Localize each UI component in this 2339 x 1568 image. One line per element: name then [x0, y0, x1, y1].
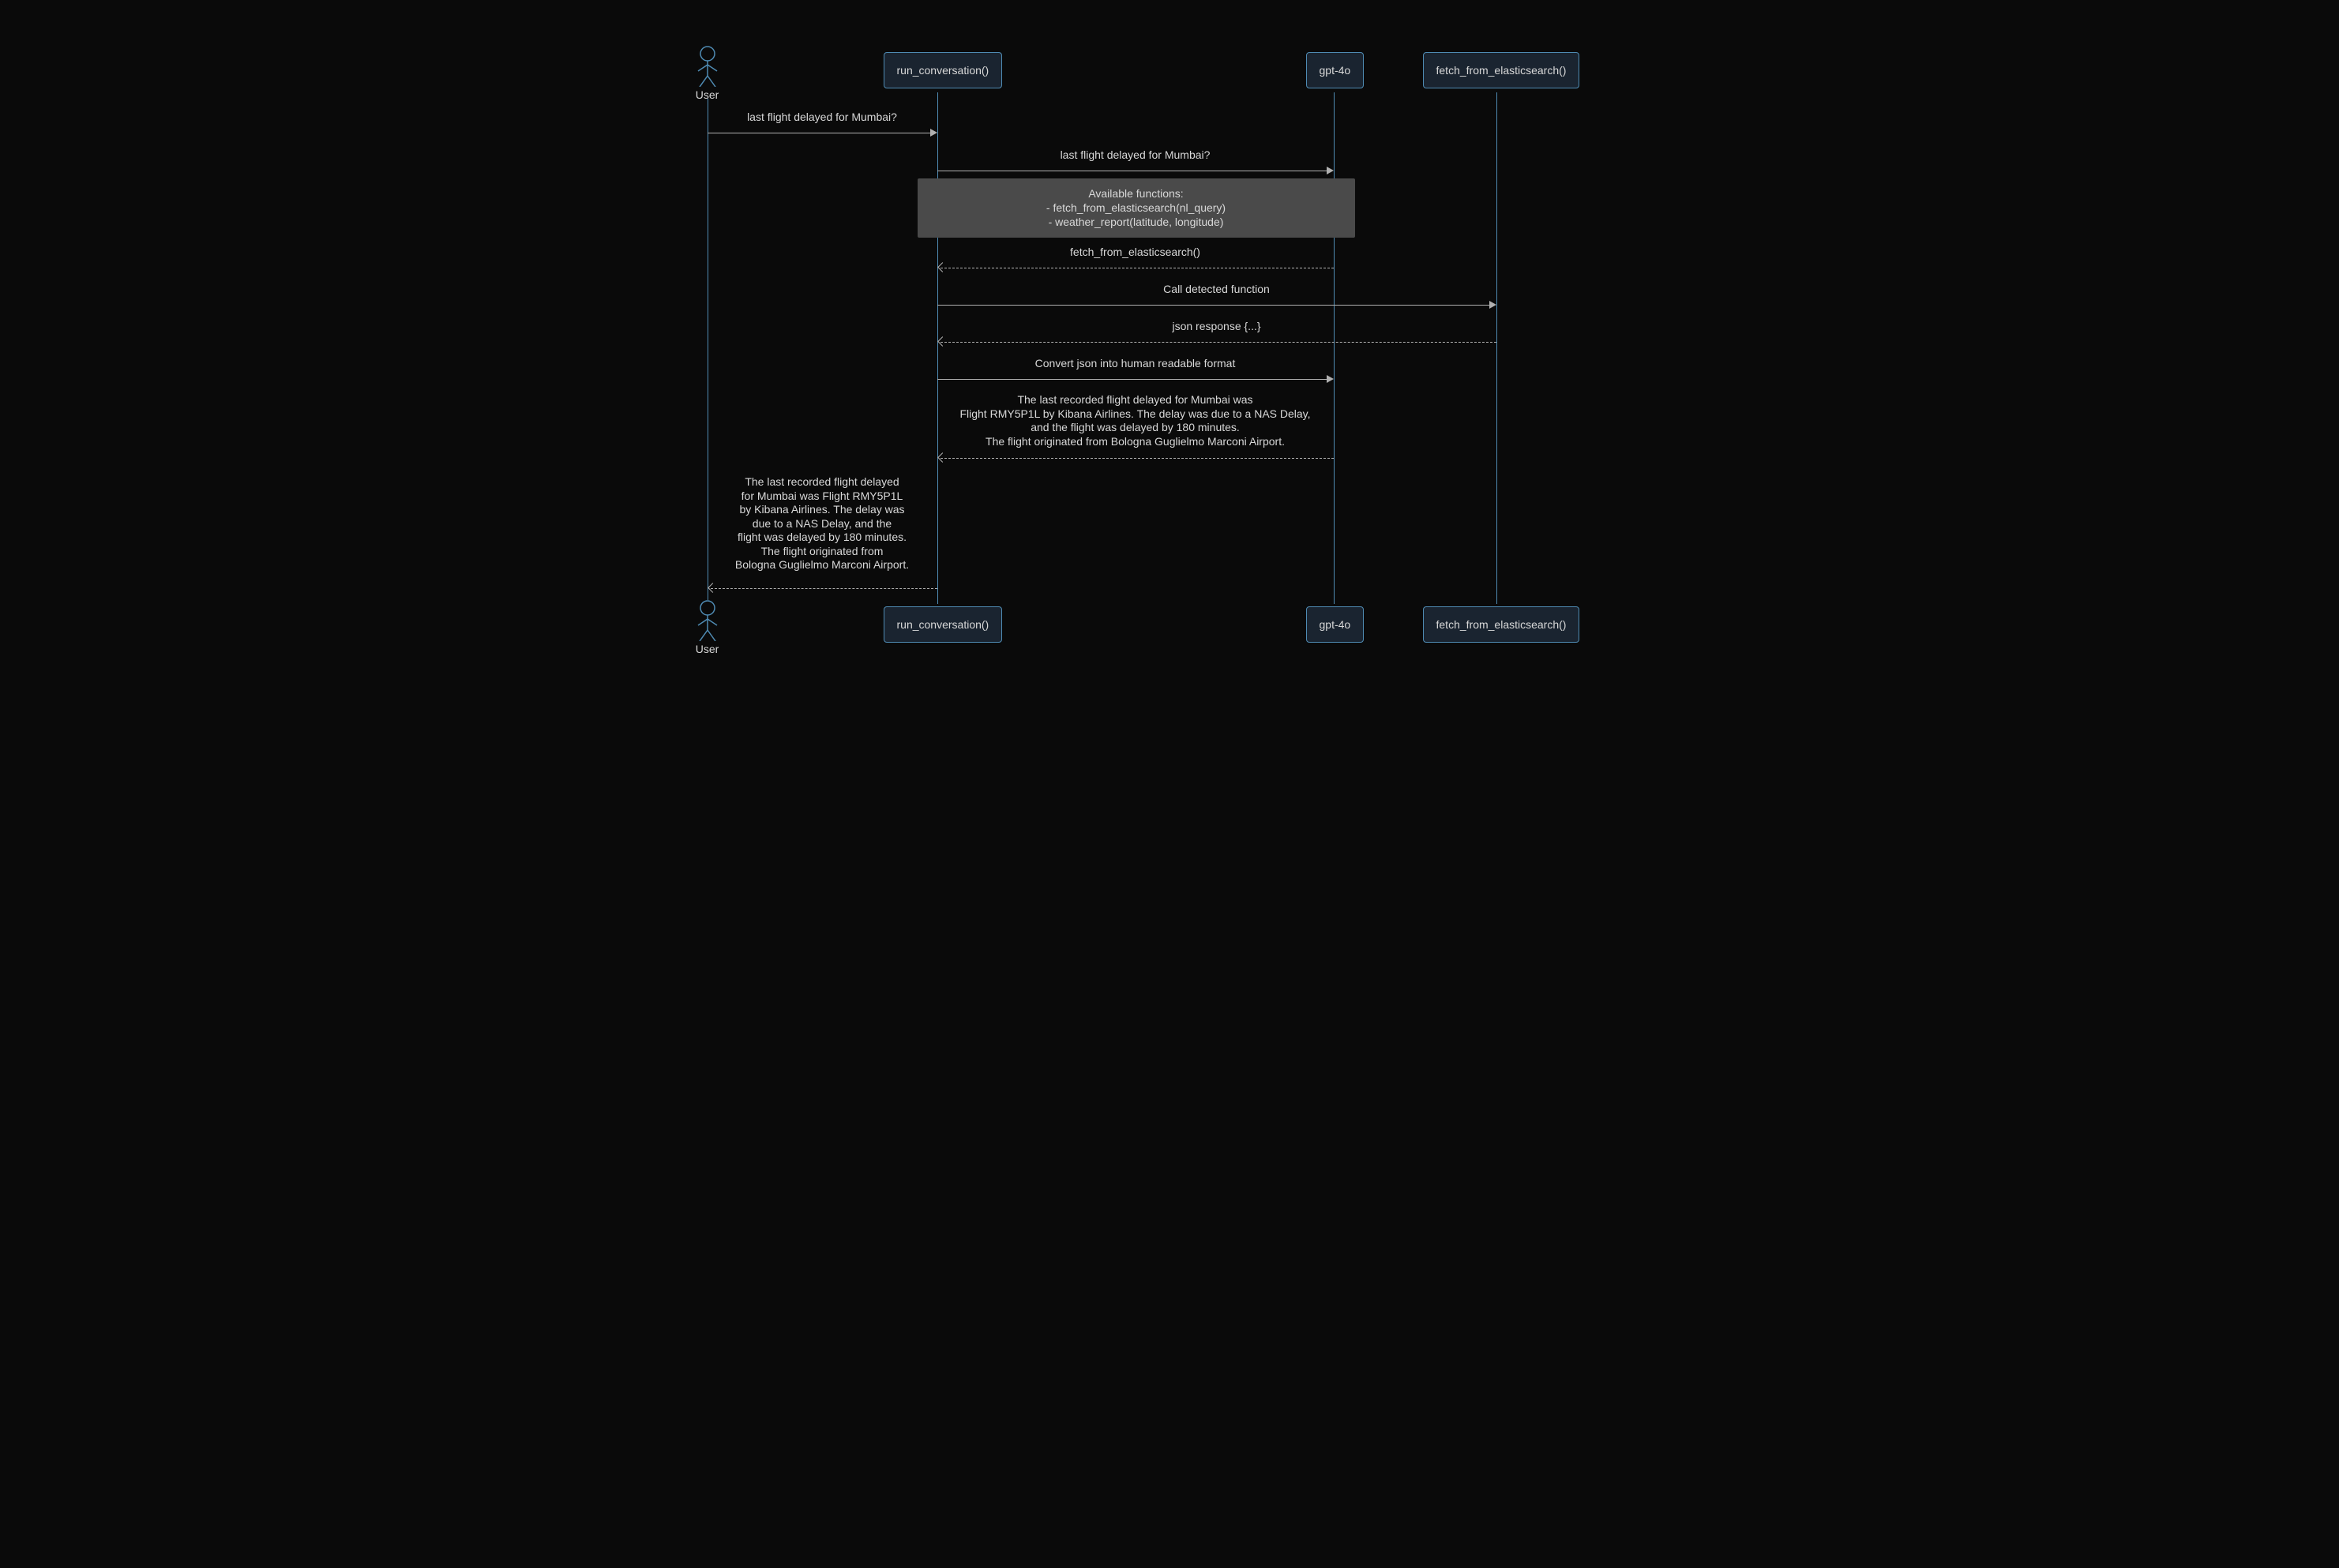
arrow-m5: [940, 342, 1496, 343]
participant-gpt4o-bottom: gpt-4o: [1306, 606, 1365, 643]
msg-json-response: json response {...}: [937, 320, 1496, 332]
arrowhead-m4: [1489, 301, 1496, 309]
arrowhead-m6: [1327, 375, 1334, 383]
msg-final-answer-internal: The last recorded flight delayed for Mum…: [937, 393, 1334, 448]
msg-user-query: last flight delayed for Mumbai?: [708, 111, 937, 123]
arrow-m7: [940, 458, 1334, 459]
m8-line-5: flight was delayed by 180 minutes.: [708, 531, 937, 545]
m8-line-7: Bologna Guglielmo Marconi Airport.: [708, 558, 937, 572]
actor-user-label-bottom: User: [684, 643, 731, 655]
note-line-3: - weather_report(latitude, longitude): [929, 215, 1344, 229]
arrowhead-m1: [930, 129, 937, 137]
participant-gpt4o-top: gpt-4o: [1306, 52, 1365, 88]
m8-line-2: for Mumbai was Flight RMY5P1L: [708, 490, 937, 504]
participant-run-conversation-top: run_conversation(): [884, 52, 1003, 88]
arrow-m4: [937, 305, 1489, 306]
participant-fetch-es-bottom: fetch_from_elasticsearch(): [1423, 606, 1580, 643]
msg-forward-query: last flight delayed for Mumbai?: [937, 148, 1334, 161]
note-available-functions: Available functions: - fetch_from_elasti…: [918, 178, 1355, 238]
actor-user-label-top: User: [684, 88, 731, 101]
msg-convert-json: Convert json into human readable format: [937, 357, 1334, 369]
m7-line-4: The flight originated from Bologna Gugli…: [937, 435, 1334, 449]
arrow-m6: [937, 379, 1327, 380]
lifeline-run-conversation: [937, 92, 938, 604]
m8-line-3: by Kibana Airlines. The delay was: [708, 503, 937, 517]
user-icon: [696, 46, 719, 87]
arrowhead-m7: [937, 452, 948, 463]
participant-run-conversation-bottom: run_conversation(): [884, 606, 1003, 643]
arrowhead-m2: [1327, 167, 1334, 174]
msg-tool-choice: fetch_from_elasticsearch(): [937, 246, 1334, 258]
note-line-2: - fetch_from_elasticsearch(nl_query): [929, 201, 1344, 215]
arrow-m8: [711, 588, 937, 589]
m8-line-4: due to a NAS Delay, and the: [708, 517, 937, 531]
arrowhead-m3: [937, 262, 948, 272]
participant-fetch-es-top: fetch_from_elasticsearch(): [1423, 52, 1580, 88]
note-line-1: Available functions:: [929, 186, 1344, 201]
actor-user-bottom: User: [684, 600, 731, 655]
m8-line-6: The flight originated from: [708, 545, 937, 559]
actor-user-top: User: [684, 46, 731, 101]
m7-line-1: The last recorded flight delayed for Mum…: [937, 393, 1334, 407]
lifeline-fetch-es: [1496, 92, 1497, 604]
m7-line-2: Flight RMY5P1L by Kibana Airlines. The d…: [937, 407, 1334, 422]
sequence-diagram: User run_conversation() gpt-4o fetch_fro…: [631, 0, 1709, 722]
user-icon: [696, 600, 719, 641]
m8-line-1: The last recorded flight delayed: [708, 475, 937, 490]
arrowhead-m8: [708, 583, 718, 593]
msg-call-function: Call detected function: [937, 283, 1496, 295]
msg-final-answer-user: The last recorded flight delayed for Mum…: [708, 475, 937, 572]
lifeline-gpt4o: [1334, 92, 1335, 604]
arrowhead-m5: [937, 336, 948, 347]
m7-line-3: and the flight was delayed by 180 minute…: [937, 421, 1334, 435]
